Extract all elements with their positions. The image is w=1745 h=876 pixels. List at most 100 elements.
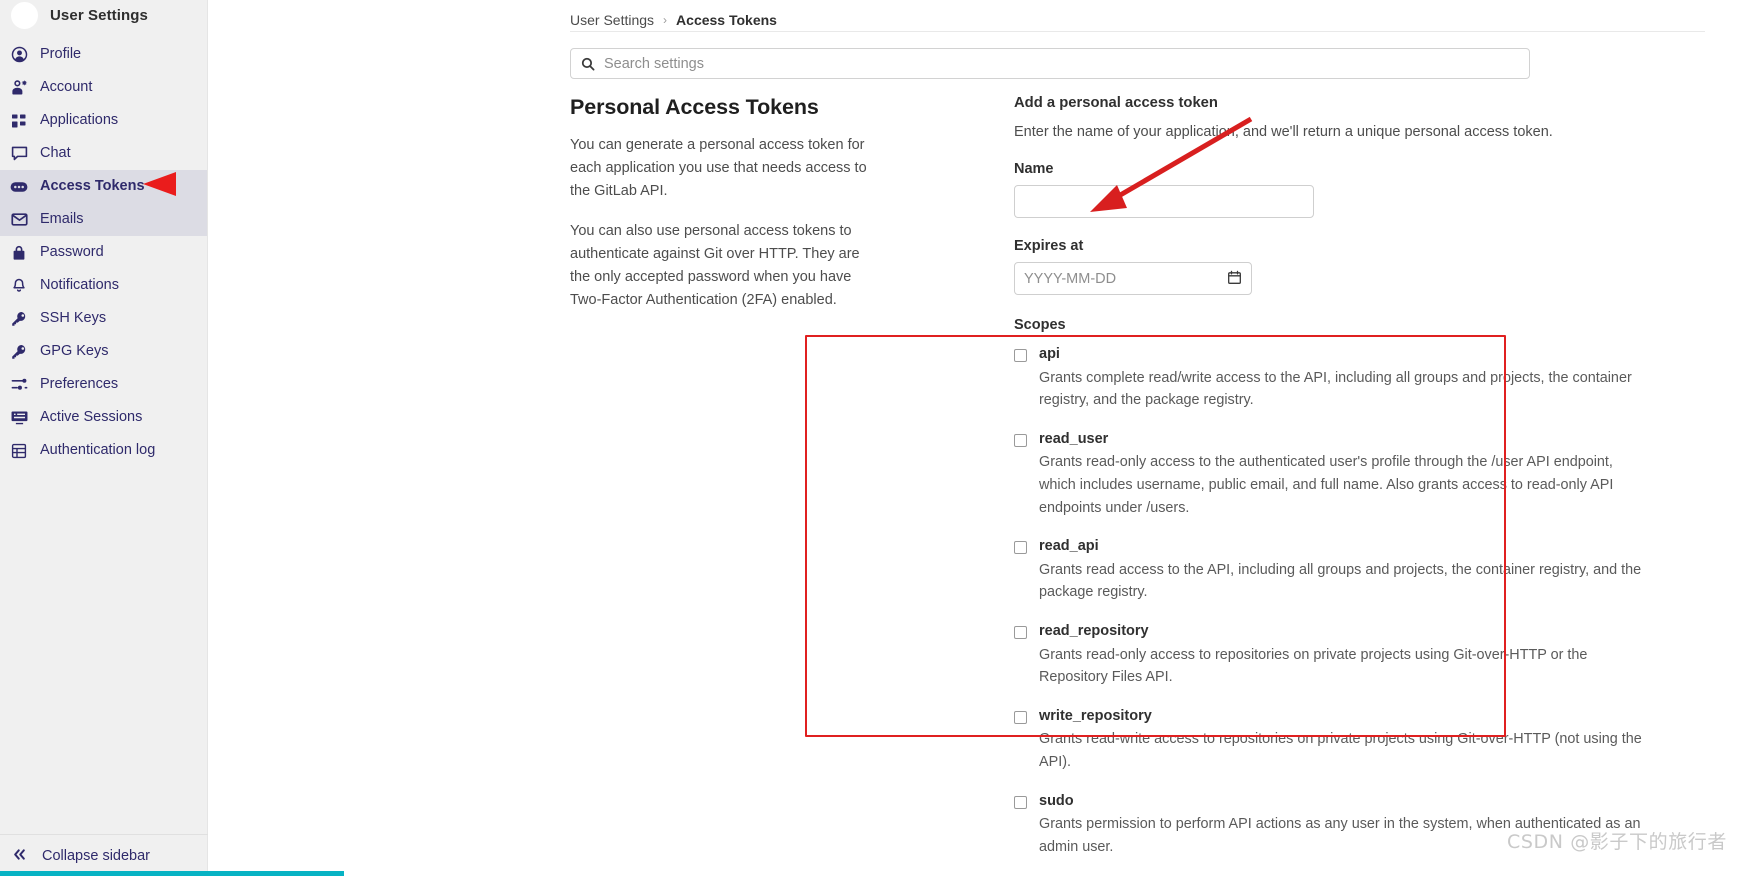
scope-row: read_user Grants read-only access to the… (1014, 430, 1714, 519)
sidebar-item-preferences[interactable]: Preferences (0, 368, 207, 401)
scope-description: Grants read-write access to repositories… (1039, 731, 1642, 770)
sidebar-item-label: Account (40, 79, 93, 96)
sidebar-item-label: Password (40, 244, 104, 261)
scope-body: api Grants complete read/write access to… (1039, 345, 1714, 412)
csdn-watermark: CSDN @影子下的旅行者 (1506, 831, 1727, 853)
email-icon (10, 211, 28, 229)
scope-body: read_repository Grants read-only access … (1039, 622, 1714, 689)
breadcrumb-divider (570, 31, 1705, 32)
sidebar-footer: Collapse sidebar (0, 834, 208, 876)
sidebar-item-profile[interactable]: Profile (0, 38, 207, 71)
sidebar-item-label: Notifications (40, 277, 119, 294)
sidebar-item-label: GPG Keys (40, 343, 109, 360)
sidebar-item-label: Emails (40, 211, 84, 228)
avatar[interactable] (10, 0, 39, 30)
scope-row: write_repository Grants read-write acces… (1014, 707, 1714, 774)
sidebar-header: User Settings (0, 0, 207, 32)
sidebar-item-label: Authentication log (40, 442, 156, 459)
sidebar-item-label: Preferences (40, 376, 119, 393)
info-paragraph-1: You can generate a personal access token… (570, 137, 867, 200)
list-icon (10, 442, 28, 460)
scopes-label: Scopes (1014, 317, 1066, 333)
scope-body: read_api Grants read access to the API, … (1039, 537, 1714, 604)
sidebar-item-label: Access Tokens (40, 178, 145, 195)
info-paragraph-2: You can also use personal access tokens … (570, 222, 860, 309)
search-settings (570, 48, 1530, 79)
sidebar-item-authentication-log[interactable]: Authentication log (0, 434, 207, 467)
add-token-form: Add a personal access token Enter the na… (1014, 95, 1714, 876)
scope-description: Grants read-only access to repositories … (1039, 646, 1588, 686)
breadcrumb-parent[interactable]: User Settings (570, 12, 654, 28)
applications-icon (10, 112, 28, 130)
scope-checkbox-write-repository[interactable] (1014, 710, 1027, 724)
sidebar-item-active-sessions[interactable]: Active Sessions (0, 401, 207, 434)
sliders-icon (10, 376, 28, 394)
form-heading: Add a personal access token (1014, 95, 1218, 111)
teal-progress-bar (0, 871, 344, 876)
key-icon (10, 343, 28, 361)
sidebar-item-label: Chat (40, 145, 71, 162)
scope-description: Grants read access to the API, including… (1039, 561, 1642, 601)
sidebar-item-label: Active Sessions (40, 409, 143, 426)
sidebar-item-password[interactable]: Password (0, 236, 207, 269)
page-title: Personal Access Tokens (570, 95, 819, 119)
sidebar-item-emails[interactable]: Emails (0, 203, 207, 236)
expires-at-label: Expires at (1014, 238, 1084, 254)
scope-description: Grants complete read/write access to the… (1039, 369, 1632, 409)
scope-row: api Grants complete read/write access to… (1014, 345, 1714, 412)
collapse-sidebar-label: Collapse sidebar (42, 847, 151, 864)
search-box[interactable] (570, 48, 1530, 79)
sidebar: User Settings Profile Account Applicatio (0, 0, 208, 876)
sidebar-item-label: SSH Keys (40, 310, 107, 327)
scope-checkbox-read-user[interactable] (1014, 433, 1027, 447)
collapse-sidebar-button[interactable]: Collapse sidebar (0, 835, 208, 876)
double-chevron-left-icon (12, 847, 28, 866)
sidebar-item-applications[interactable]: Applications (0, 104, 207, 137)
token-icon (10, 178, 28, 196)
bell-icon (10, 277, 28, 295)
scope-name: sudo (1039, 792, 1074, 809)
scope-description: Grants read-only access to the authentic… (1039, 454, 1614, 516)
sidebar-item-gpg-keys[interactable]: GPG Keys (0, 335, 207, 368)
breadcrumb-current: Access Tokens (676, 11, 777, 28)
scope-checkbox-read-repository[interactable] (1014, 625, 1027, 639)
scope-checkbox-read-api[interactable] (1014, 541, 1027, 555)
scope-row: read_api Grants read access to the API, … (1014, 537, 1714, 604)
sidebar-title: User Settings (50, 6, 148, 24)
sidebar-item-access-tokens[interactable]: Access Tokens (0, 170, 207, 203)
name-input[interactable] (1014, 185, 1314, 218)
sidebar-item-notifications[interactable]: Notifications (0, 269, 207, 302)
scope-name: api (1039, 346, 1060, 362)
scope-name: read_repository (1039, 622, 1149, 639)
key-icon (10, 310, 28, 328)
form-subheading: Enter the name of your application, and … (1014, 124, 1553, 140)
scope-checkbox-sudo[interactable] (1014, 795, 1027, 809)
sidebar-item-account[interactable]: Account (0, 71, 207, 104)
scope-name: write_repository (1039, 707, 1152, 724)
personal-access-tokens-info: Personal Access Tokens You can generate … (570, 95, 872, 328)
breadcrumb: User Settings › Access Tokens (208, 0, 1745, 31)
sidebar-item-label: Applications (40, 112, 119, 129)
scope-name: read_user (1039, 430, 1109, 447)
search-icon (581, 57, 595, 71)
scope-name: read_api (1039, 538, 1099, 555)
chat-icon (10, 145, 28, 163)
expires-at-input[interactable] (1014, 262, 1252, 295)
sidebar-nav: Profile Account Applications Chat Access… (0, 38, 207, 467)
scope-row: read_repository Grants read-only access … (1014, 622, 1714, 689)
expires-at-field (1014, 262, 1252, 295)
lock-icon (10, 244, 28, 262)
sidebar-item-ssh-keys[interactable]: SSH Keys (0, 302, 207, 335)
profile-icon (10, 46, 28, 64)
scope-body: read_user Grants read-only access to the… (1039, 430, 1714, 519)
name-label: Name (1014, 161, 1054, 177)
scopes-list: api Grants complete read/write access to… (1014, 345, 1714, 858)
main-content: User Settings › Access Tokens Personal A… (208, 0, 1745, 876)
sidebar-item-chat[interactable]: Chat (0, 137, 207, 170)
search-input[interactable] (604, 55, 1519, 72)
scope-checkbox-api[interactable] (1014, 349, 1027, 362)
app-root: User Settings Profile Account Applicatio (0, 0, 1745, 876)
sidebar-item-label: Profile (40, 46, 82, 63)
breadcrumb-separator: › (663, 12, 668, 27)
monitor-icon (10, 409, 28, 427)
